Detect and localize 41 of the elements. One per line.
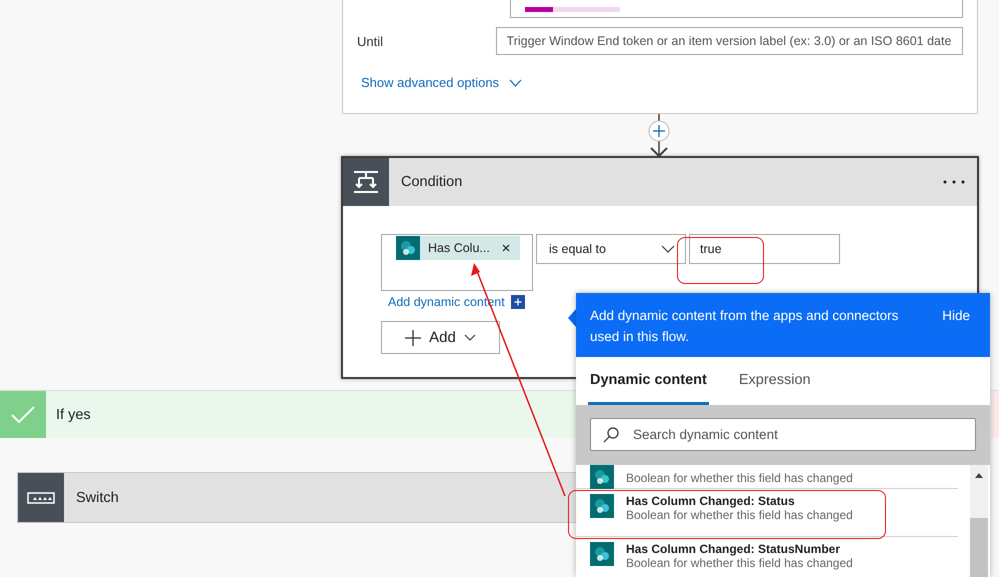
value-field[interactable]: true	[689, 234, 840, 264]
card-title: Switch	[76, 490, 119, 506]
popup-message: Add dynamic content from the apps and connectors used in this flow.	[590, 307, 900, 346]
item-title: Has Column Changed: Status	[626, 494, 796, 508]
condition-icon	[353, 170, 379, 194]
scroll-up-icon[interactable]	[975, 473, 983, 478]
item-description: Boolean for whether this field has changed	[626, 508, 853, 522]
show-advanced-link[interactable]: Show advanced options	[361, 75, 500, 90]
add-step-button[interactable]	[648, 120, 670, 142]
search-field[interactable]: Search dynamic content	[590, 418, 976, 451]
field-label: Until	[357, 34, 384, 48]
plus-icon[interactable]	[510, 295, 525, 309]
operator-dropdown[interactable]: is equal to	[536, 234, 686, 264]
close-icon[interactable]	[502, 244, 510, 252]
dynamic-content-item[interactable]: Has Column Changed: StatusNumber Boolean for whether this field has changed	[576, 537, 958, 577]
chevron-down-icon	[464, 334, 476, 341]
item-description: Boolean for whether this field has changed	[626, 556, 853, 570]
dynamic-content-item[interactable]: Boolean for whether this field has changed	[576, 465, 958, 489]
until-field[interactable]: Trigger Window End token or an item version label (ex: 3.0) or an ISO 8601 date	[496, 27, 963, 55]
item-description: Boolean for whether this field has changed	[626, 471, 853, 485]
add-button[interactable]: Add	[381, 321, 500, 354]
checkmark-icon	[11, 406, 35, 424]
chevron-down-icon	[509, 78, 522, 86]
item-title: Has Column Changed: StatusNumber	[626, 542, 842, 556]
circles-logo-icon	[590, 494, 614, 518]
circles-logo-icon	[590, 465, 614, 489]
token-label: Has Colu...	[428, 241, 490, 255]
plus-icon	[405, 330, 422, 346]
branch-label: If yes	[56, 406, 91, 422]
search-icon	[603, 427, 619, 443]
switch-icon	[27, 492, 55, 504]
card-title: Condition	[401, 174, 464, 190]
circles-logo-icon	[396, 236, 420, 260]
dynamic-content-item[interactable]: Has Column Changed: Status Boolean for whether this field has changed	[576, 489, 958, 537]
condition-operand-field[interactable]: Has Colu...	[381, 234, 533, 291]
chevron-down-icon	[661, 245, 675, 253]
circles-logo-icon	[590, 542, 614, 566]
scrollbar[interactable]	[970, 465, 988, 577]
more-options-icon[interactable]	[943, 180, 965, 184]
token-chip[interactable]: Has Colu...	[396, 236, 520, 260]
hide-link[interactable]: Hide	[942, 305, 970, 347]
